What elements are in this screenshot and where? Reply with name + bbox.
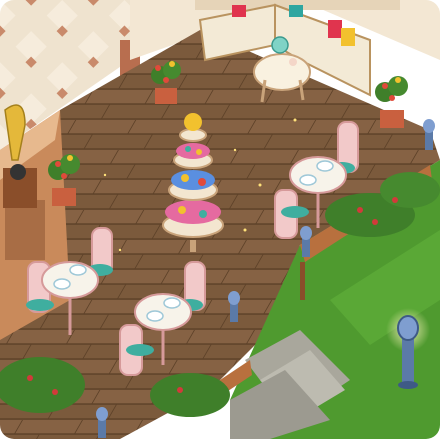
- teapot-icon: [271, 36, 289, 54]
- game-scene: [0, 0, 440, 439]
